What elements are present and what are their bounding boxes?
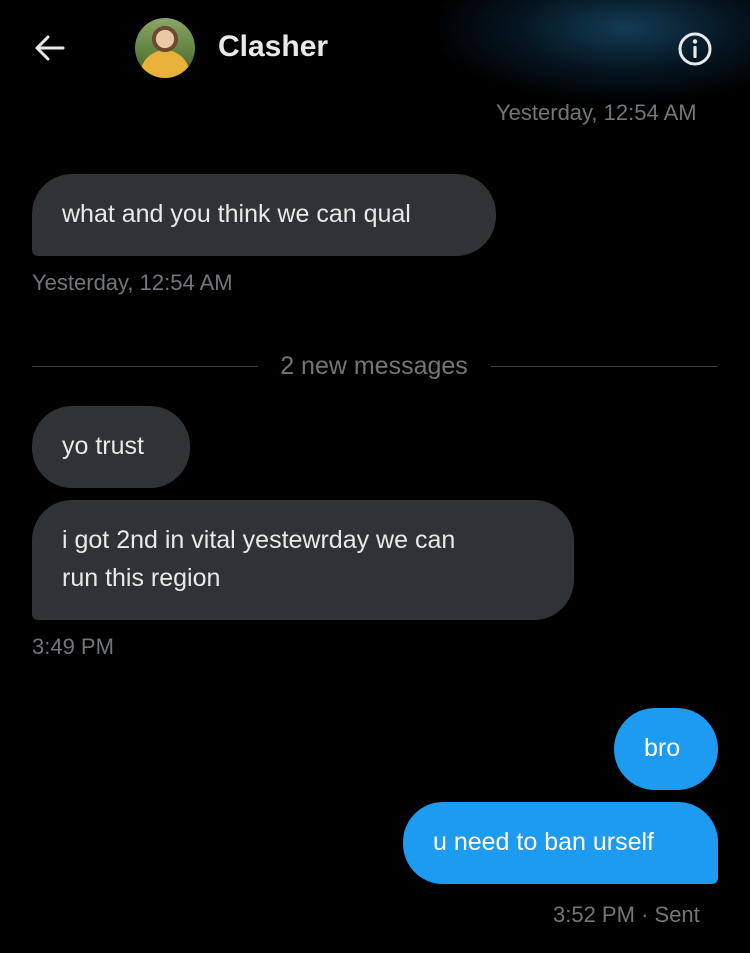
- message-text-line: i got 2nd in vital yestewrday we can: [62, 526, 456, 554]
- incoming-message[interactable]: yo trust: [32, 406, 190, 488]
- sent-time: 3:52 PM: [553, 902, 635, 927]
- incoming-message[interactable]: what and you think we can qual: [32, 174, 496, 256]
- contact-avatar[interactable]: [135, 18, 195, 78]
- back-button[interactable]: [30, 30, 70, 66]
- divider-line: [491, 366, 718, 367]
- conversation-header: Clasher: [0, 0, 750, 100]
- status-separator: ·: [641, 902, 649, 927]
- sent-status-label: Sent: [654, 902, 700, 927]
- outgoing-message[interactable]: u need to ban urself: [403, 802, 718, 884]
- message-timestamp: Yesterday, 12:54 AM: [32, 270, 233, 295]
- message-text-line: run this region: [62, 564, 221, 592]
- message-text: what and you think we can qual: [62, 200, 411, 228]
- divider-label: 2 new messages: [280, 352, 468, 380]
- new-messages-divider: 2 new messages: [32, 352, 718, 382]
- contact-name[interactable]: Clasher: [218, 30, 328, 64]
- outgoing-message[interactable]: bro: [614, 708, 718, 790]
- message-timestamp: Yesterday, 12:54 AM: [496, 100, 697, 125]
- arrow-left-icon: [35, 35, 65, 61]
- divider-line: [32, 366, 258, 367]
- message-text: u need to ban urself: [433, 828, 654, 856]
- message-text: yo trust: [62, 432, 144, 460]
- info-button[interactable]: [676, 30, 714, 68]
- message-text: bro: [644, 734, 681, 762]
- incoming-message[interactable]: i got 2nd in vital yestewrday we can run…: [32, 500, 574, 620]
- message-timestamp: 3:49 PM: [32, 634, 114, 659]
- info-circle-icon: [678, 32, 712, 66]
- sent-status: 3:52 PM · Sent: [553, 902, 700, 928]
